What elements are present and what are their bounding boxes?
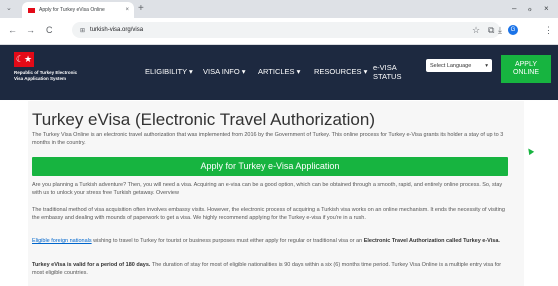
profile-avatar[interactable]: G xyxy=(508,25,518,35)
browser-tab[interactable]: Apply for Turkey eVisa Online × xyxy=(22,2,134,18)
validity-paragraph: Turkey eVisa is valid for a period of 18… xyxy=(32,262,512,277)
site-info-icon[interactable]: ⊞ xyxy=(80,27,85,34)
eligibility-paragraph: Eligible foreign nationals wishing to tr… xyxy=(32,238,512,246)
eligible-nationals-link[interactable]: Eligible foreign nationals xyxy=(32,238,92,244)
browser-toolbar: ← → C ⊞ turkish-visa.org/visa ☆ ⧉ ⤓ G ⋮ xyxy=(0,18,558,45)
nav-evisa-line-2: STATUS xyxy=(373,72,402,81)
url-text[interactable]: turkish-visa.org/visa xyxy=(90,27,143,33)
minimize-button[interactable]: – xyxy=(512,3,516,15)
back-icon[interactable]: ← xyxy=(8,25,17,35)
adventure-paragraph: Are you planning a Turkish adventure? Th… xyxy=(32,182,503,196)
browser-tab-strip: ⌄ Apply for Turkey eVisa Online × + – ℴ … xyxy=(0,0,558,18)
eta-bold-text: Electronic Travel Authorization called T… xyxy=(363,238,500,244)
eligibility-text: wishing to travel to Turkey for tourist … xyxy=(91,238,364,244)
address-bar[interactable]: ⊞ turkish-visa.org/visa xyxy=(72,22,500,38)
language-select[interactable]: Select Language ▾ xyxy=(426,59,492,72)
turkey-flag-logo[interactable]: ☾★ xyxy=(14,52,34,67)
chevron-down-icon: ▾ xyxy=(485,62,488,69)
nav-visa-info[interactable]: VISA INFO ▾ xyxy=(203,67,246,76)
nav-articles[interactable]: ARTICLES ▾ xyxy=(258,67,300,76)
language-label: Select Language xyxy=(430,62,472,69)
tab-close-icon[interactable]: × xyxy=(125,7,129,13)
close-window-button[interactable]: × xyxy=(544,3,549,15)
nav-resources[interactable]: RESOURCES ▾ xyxy=(314,67,367,76)
apply-online-button[interactable]: APPLY ONLINE xyxy=(501,55,551,83)
new-tab-button[interactable]: + xyxy=(138,2,144,16)
intro-paragraph: The Turkey Visa Online is an electronic … xyxy=(32,132,504,146)
forward-icon[interactable]: → xyxy=(26,25,35,35)
extensions-icon[interactable]: ⧉ xyxy=(488,24,494,36)
maximize-button[interactable]: ℴ xyxy=(528,3,532,15)
validity-bold-text: Turkey eVisa is valid for a period of 18… xyxy=(32,262,151,268)
favicon-flag-icon xyxy=(28,7,35,13)
download-icon[interactable]: ⤓ xyxy=(498,24,502,36)
apply-online-line-2: ONLINE xyxy=(512,69,540,76)
site-header: ☾★ Republic of Turkey Electronic Visa Ap… xyxy=(0,45,558,100)
tab-search-icon[interactable]: ⌄ xyxy=(6,4,12,12)
page-title: Turkey eVisa (Electronic Travel Authoriz… xyxy=(32,110,375,129)
nav-evisa-line-1: e-VISA xyxy=(373,63,397,72)
mouse-cursor-icon xyxy=(525,146,535,156)
traditional-paragraph: The traditional method of visa acquisiti… xyxy=(32,207,505,221)
more-menu-icon[interactable]: ⋮ xyxy=(544,24,553,36)
reload-icon[interactable]: C xyxy=(46,25,53,35)
bookmark-star-icon[interactable]: ☆ xyxy=(472,24,480,36)
apply-online-line-1: APPLY xyxy=(514,61,538,68)
brand-name: Republic of Turkey Electronic Visa Appli… xyxy=(14,70,77,82)
tab-title: Apply for Turkey eVisa Online xyxy=(39,7,105,13)
apply-evisa-button[interactable]: Apply for Turkey e-Visa Application xyxy=(32,157,508,176)
brand-line-2: Visa Application System xyxy=(14,76,67,81)
nav-eligibility[interactable]: ELIGIBILITY ▾ xyxy=(145,67,193,76)
